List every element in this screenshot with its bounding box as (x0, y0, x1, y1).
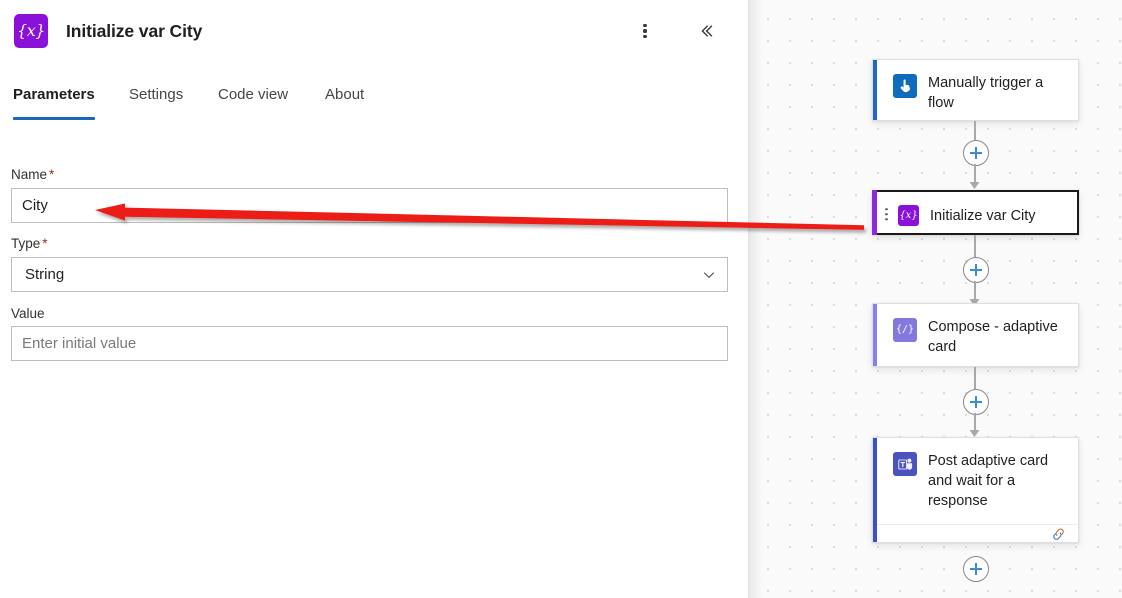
name-input[interactable]: City (11, 188, 728, 223)
compose-icon: {/} (893, 318, 917, 342)
add-step-after-post-adaptive-card[interactable] (963, 556, 989, 582)
name-input-value: City (22, 197, 48, 214)
value-label-text: Value (11, 306, 45, 321)
node-footer (877, 524, 1078, 542)
page-title: Initialize var City (66, 21, 203, 41)
add-step-after-initialize-variable[interactable] (963, 257, 989, 283)
panel-header: {x} Initialize var City (0, 0, 749, 62)
collapse-panel-button[interactable] (690, 15, 722, 47)
microsoft-teams-icon (893, 452, 917, 476)
tab-parameters-label: Parameters (13, 86, 95, 103)
node-icon-glyph: {x} (899, 209, 918, 221)
panel-canvas-divider (748, 0, 749, 598)
node-label: Manually trigger a flow (928, 75, 1044, 111)
type-select-value: String (25, 266, 65, 283)
node-label: Post adaptive card and wait for a respon… (928, 453, 1049, 509)
variable-braces-icon: {x} (14, 14, 48, 48)
tab-active-indicator (13, 117, 95, 120)
tab-settings[interactable]: Settings (129, 86, 183, 128)
tab-about[interactable]: About (325, 86, 364, 128)
type-field-label: Type * (11, 236, 48, 251)
tab-settings-label: Settings (129, 86, 184, 103)
panel-tabs: Parameters Settings Code view About (0, 86, 749, 128)
connection-link-icon[interactable] (1051, 527, 1067, 541)
variable-braces-icon: {x} (898, 205, 919, 226)
type-label-text: Type (11, 236, 41, 251)
manual-trigger-icon (893, 74, 917, 98)
value-input-placeholder: Enter initial value (22, 335, 137, 352)
flow-connector (974, 235, 976, 259)
name-label-text: Name (11, 167, 48, 182)
add-step-after-trigger[interactable] (963, 140, 989, 166)
name-field-label: Name * (11, 167, 54, 182)
node-label: Initialize var City (930, 207, 1036, 224)
tab-code-view[interactable]: Code view (218, 86, 288, 128)
node-label: Compose - adaptive card (928, 319, 1058, 355)
tab-about-label: About (325, 86, 365, 103)
node-content: Post adaptive card and wait for a respon… (873, 438, 1078, 524)
node-content: {x} Initialize var City (874, 192, 1077, 239)
type-select[interactable]: String (11, 257, 728, 292)
value-input[interactable]: Enter initial value (11, 326, 728, 361)
flow-node-compose[interactable]: {/} Compose - adaptive card (872, 303, 1079, 367)
tab-code-view-label: Code view (218, 86, 289, 103)
panel-icon-glyph: {x} (17, 21, 45, 40)
add-step-after-compose[interactable] (963, 389, 989, 415)
flow-node-initialize-variable[interactable]: {x} Initialize var City (872, 190, 1079, 235)
connector-arrowhead-icon (969, 430, 980, 437)
connector-arrowhead-icon (969, 182, 980, 189)
app-root: {x} Initialize var City Parameters Setti… (0, 0, 1122, 598)
panel-header-actions (629, 14, 749, 48)
node-content: {/} Compose - adaptive card (873, 304, 1078, 370)
chevron-double-left-icon (701, 25, 713, 37)
name-required-marker: * (49, 167, 55, 182)
flow-canvas[interactable]: Manually trigger a flow {x} Initialize v… (749, 0, 1122, 598)
action-configuration-panel: {x} Initialize var City Parameters Setti… (0, 0, 749, 598)
drag-handle-dots-icon[interactable] (885, 207, 888, 224)
flow-node-manual-trigger[interactable]: Manually trigger a flow (872, 59, 1079, 121)
type-required-marker: * (42, 236, 48, 251)
flow-node-post-adaptive-card[interactable]: Post adaptive card and wait for a respon… (872, 437, 1079, 543)
more-options-button[interactable] (629, 15, 661, 47)
chevron-down-icon (704, 271, 714, 278)
node-content: Manually trigger a flow (873, 60, 1078, 126)
node-icon-glyph: {/} (895, 324, 915, 335)
value-field-label: Value (11, 306, 45, 321)
tab-parameters[interactable]: Parameters (13, 86, 95, 128)
more-vertical-icon (643, 23, 647, 39)
